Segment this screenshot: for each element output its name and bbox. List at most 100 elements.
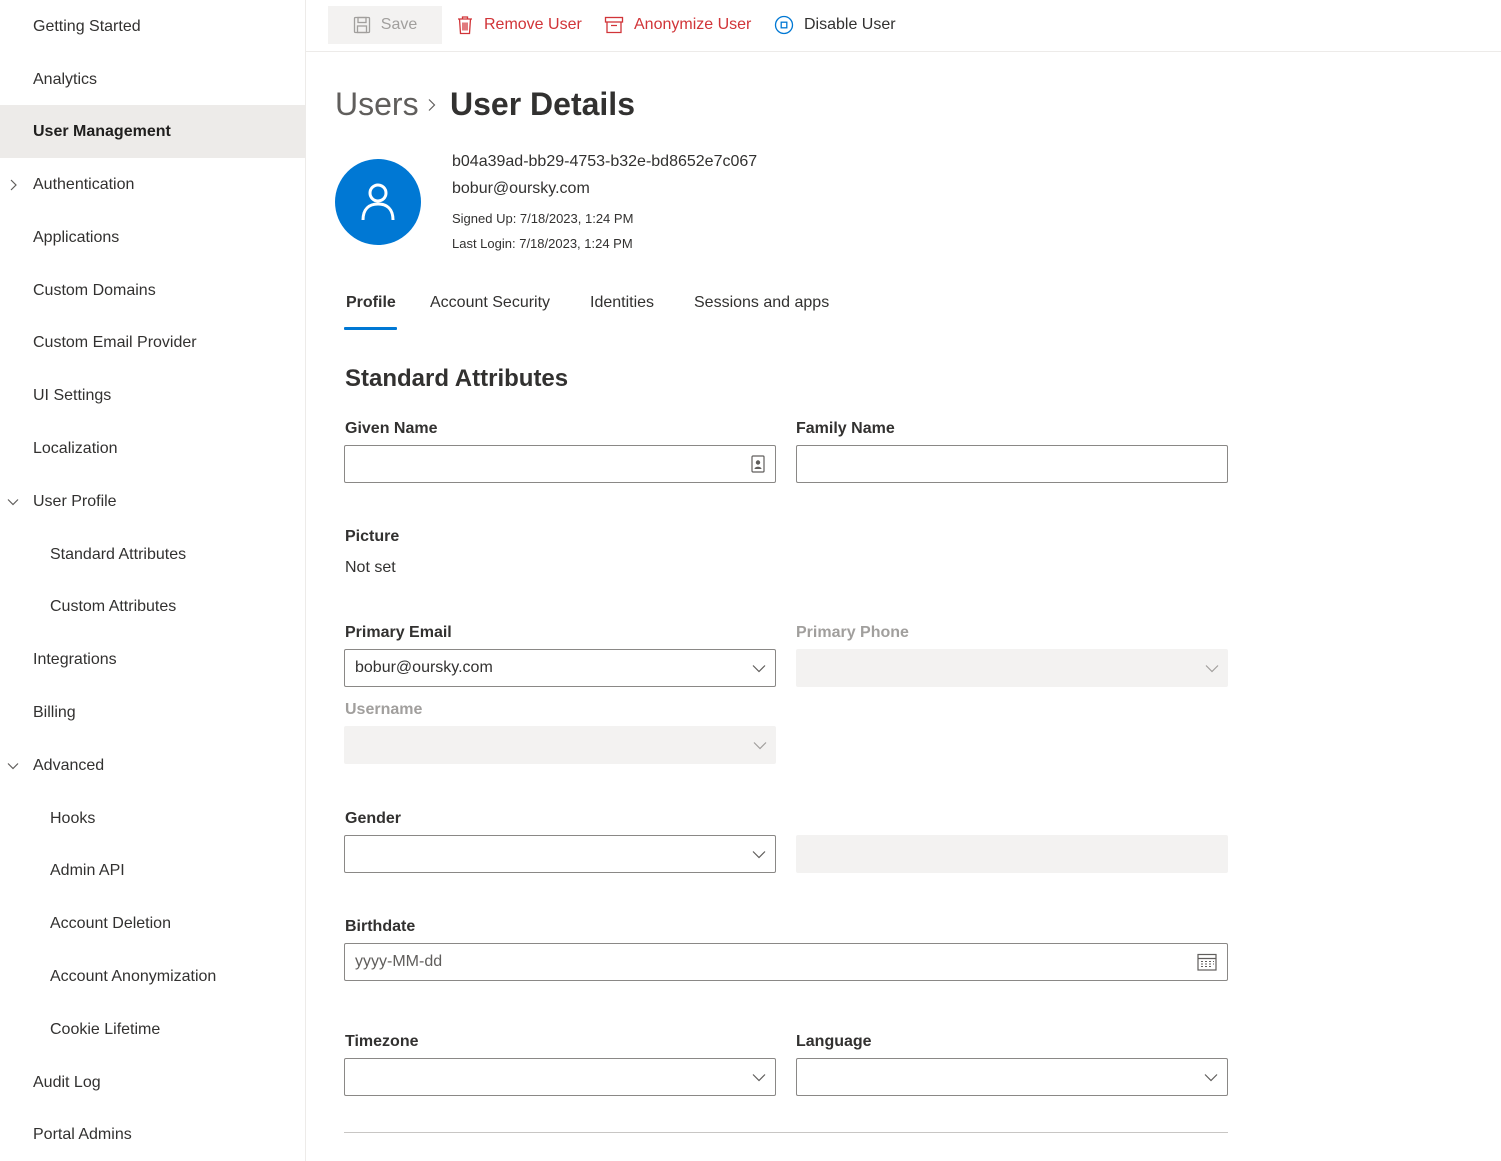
sidebar-item-audit-log[interactable]: Audit Log bbox=[0, 1056, 305, 1109]
chevron-down-icon bbox=[1205, 665, 1219, 673]
save-button[interactable]: Save bbox=[328, 6, 442, 44]
user-last-login: Last Login: 7/18/2023, 1:24 PM bbox=[452, 236, 633, 251]
section-title: Standard Attributes bbox=[345, 365, 569, 392]
disable-user-label: Disable User bbox=[804, 16, 896, 33]
sidebar-item-label: Audit Log bbox=[33, 1073, 101, 1091]
sidebar-item-label: Account Deletion bbox=[50, 914, 171, 932]
sidebar-item-label: Authentication bbox=[33, 175, 135, 193]
family-name-input[interactable] bbox=[796, 445, 1228, 483]
birthdate-placeholder: yyyy-MM-dd bbox=[355, 953, 443, 970]
sidebar-item-label: Custom Domains bbox=[33, 281, 156, 299]
sidebar-item-localization[interactable]: Localization bbox=[0, 422, 305, 475]
language-label: Language bbox=[796, 1033, 872, 1050]
timezone-label: Timezone bbox=[345, 1033, 419, 1050]
page-title: User Details bbox=[450, 86, 635, 122]
gender-label: Gender bbox=[345, 810, 402, 827]
tab-active-indicator bbox=[344, 327, 397, 330]
primary-phone-label: Primary Phone bbox=[796, 624, 909, 641]
sidebar-item-applications[interactable]: Applications bbox=[0, 211, 305, 264]
tab-sessions-and-apps[interactable]: Sessions and apps bbox=[694, 294, 829, 332]
sidebar-item-standard-attributes[interactable]: Standard Attributes bbox=[0, 528, 305, 581]
sidebar-item-admin-api[interactable]: Admin API bbox=[0, 844, 305, 897]
chevron-right-icon bbox=[10, 179, 17, 190]
stop-circle-icon bbox=[774, 15, 794, 35]
sidebar-item-custom-domains[interactable]: Custom Domains bbox=[0, 264, 305, 317]
sidebar-item-label: Custom Email Provider bbox=[33, 333, 197, 351]
command-bar: Save Remove User Anonymize User Disable … bbox=[306, 0, 1501, 52]
chevron-down-icon bbox=[753, 742, 767, 750]
sidebar-item-authentication[interactable]: Authentication bbox=[0, 158, 305, 211]
remove-user-button[interactable]: Remove User bbox=[456, 6, 582, 44]
avatar bbox=[335, 159, 421, 245]
chevron-down-icon bbox=[752, 851, 766, 859]
sidebar-item-label: Admin API bbox=[50, 861, 125, 879]
given-name-label: Given Name bbox=[345, 420, 438, 437]
sidebar-item-label: Portal Admins bbox=[33, 1125, 132, 1143]
sidebar-item-label: User Management bbox=[33, 122, 171, 140]
sidebar-item-getting-started[interactable]: Getting Started bbox=[0, 0, 305, 53]
anonymize-user-button[interactable]: Anonymize User bbox=[604, 6, 751, 44]
sidebar-item-account-anonymization[interactable]: Account Anonymization bbox=[0, 950, 305, 1003]
sidebar-item-billing[interactable]: Billing bbox=[0, 686, 305, 739]
sidebar-item-custom-email-provider[interactable]: Custom Email Provider bbox=[0, 316, 305, 369]
sidebar-item-hooks[interactable]: Hooks bbox=[0, 792, 305, 845]
remove-user-label: Remove User bbox=[484, 16, 582, 33]
sidebar-item-label: Cookie Lifetime bbox=[50, 1020, 161, 1038]
sidebar-item-label: Localization bbox=[33, 439, 118, 457]
sidebar-item-label: Getting Started bbox=[33, 17, 141, 35]
given-name-input[interactable] bbox=[344, 445, 776, 483]
language-dropdown[interactable] bbox=[796, 1058, 1228, 1096]
picture-value: Not set bbox=[345, 559, 396, 576]
anonymize-user-label: Anonymize User bbox=[634, 16, 752, 33]
gender-other-input bbox=[796, 835, 1228, 873]
sidebar-item-label: Account Anonymization bbox=[50, 967, 217, 985]
timezone-dropdown[interactable] bbox=[344, 1058, 776, 1096]
sidebar-item-label: Advanced bbox=[33, 756, 105, 774]
username-dropdown bbox=[344, 726, 776, 764]
family-name-label: Family Name bbox=[796, 420, 895, 437]
sidebar-item-label: UI Settings bbox=[33, 386, 112, 404]
save-label: Save bbox=[380, 16, 418, 33]
sidebar: Getting Started Analytics User Managemen… bbox=[0, 0, 306, 1161]
tab-account-security[interactable]: Account Security bbox=[430, 294, 550, 332]
primary-email-label: Primary Email bbox=[345, 624, 452, 641]
tab-identities[interactable]: Identities bbox=[590, 294, 654, 332]
birthdate-label: Birthdate bbox=[345, 918, 416, 935]
contact-card-icon bbox=[751, 455, 765, 473]
sidebar-item-ui-settings[interactable]: UI Settings bbox=[0, 369, 305, 422]
sidebar-item-label: Custom Attributes bbox=[50, 597, 177, 615]
sidebar-item-user-profile[interactable]: User Profile bbox=[0, 475, 305, 528]
save-icon bbox=[353, 16, 370, 34]
sidebar-item-label: Applications bbox=[33, 228, 120, 246]
sidebar-item-user-management[interactable]: User Management bbox=[0, 105, 305, 158]
chevron-down-icon bbox=[752, 665, 766, 673]
sidebar-item-analytics[interactable]: Analytics bbox=[0, 53, 305, 106]
breadcrumb-chevron-icon bbox=[428, 99, 436, 111]
sidebar-item-portal-admins[interactable]: Portal Admins bbox=[0, 1108, 305, 1161]
sidebar-item-cookie-lifetime[interactable]: Cookie Lifetime bbox=[0, 1003, 305, 1056]
picture-label: Picture bbox=[345, 528, 400, 545]
sidebar-item-label: User Profile bbox=[33, 492, 117, 510]
breadcrumb-users-link[interactable]: Users bbox=[335, 86, 419, 123]
chevron-down-icon bbox=[752, 1074, 766, 1082]
birthdate-input[interactable]: yyyy-MM-dd bbox=[344, 943, 1228, 981]
sidebar-item-custom-attributes[interactable]: Custom Attributes bbox=[0, 580, 305, 633]
user-signed-up: Signed Up: 7/18/2023, 1:24 PM bbox=[452, 211, 634, 226]
sidebar-item-advanced[interactable]: Advanced bbox=[0, 739, 305, 792]
chevron-down-icon bbox=[1204, 1074, 1218, 1082]
section-divider bbox=[344, 1132, 1228, 1133]
sidebar-item-label: Billing bbox=[33, 703, 76, 721]
archive-icon bbox=[604, 16, 624, 34]
sidebar-item-integrations[interactable]: Integrations bbox=[0, 633, 305, 686]
trash-icon bbox=[458, 16, 472, 35]
sidebar-item-account-deletion[interactable]: Account Deletion bbox=[0, 897, 305, 950]
calendar-icon[interactable] bbox=[1197, 953, 1217, 971]
primary-email-dropdown[interactable]: bobur@oursky.com bbox=[344, 649, 776, 687]
sidebar-item-label: Standard Attributes bbox=[50, 545, 187, 563]
chevron-down-icon bbox=[7, 498, 19, 505]
username-label: Username bbox=[345, 701, 423, 718]
gender-dropdown[interactable] bbox=[344, 835, 776, 873]
sidebar-item-label: Integrations bbox=[33, 650, 117, 668]
disable-user-button[interactable]: Disable User bbox=[774, 6, 896, 44]
user-email: bobur@oursky.com bbox=[452, 180, 590, 197]
